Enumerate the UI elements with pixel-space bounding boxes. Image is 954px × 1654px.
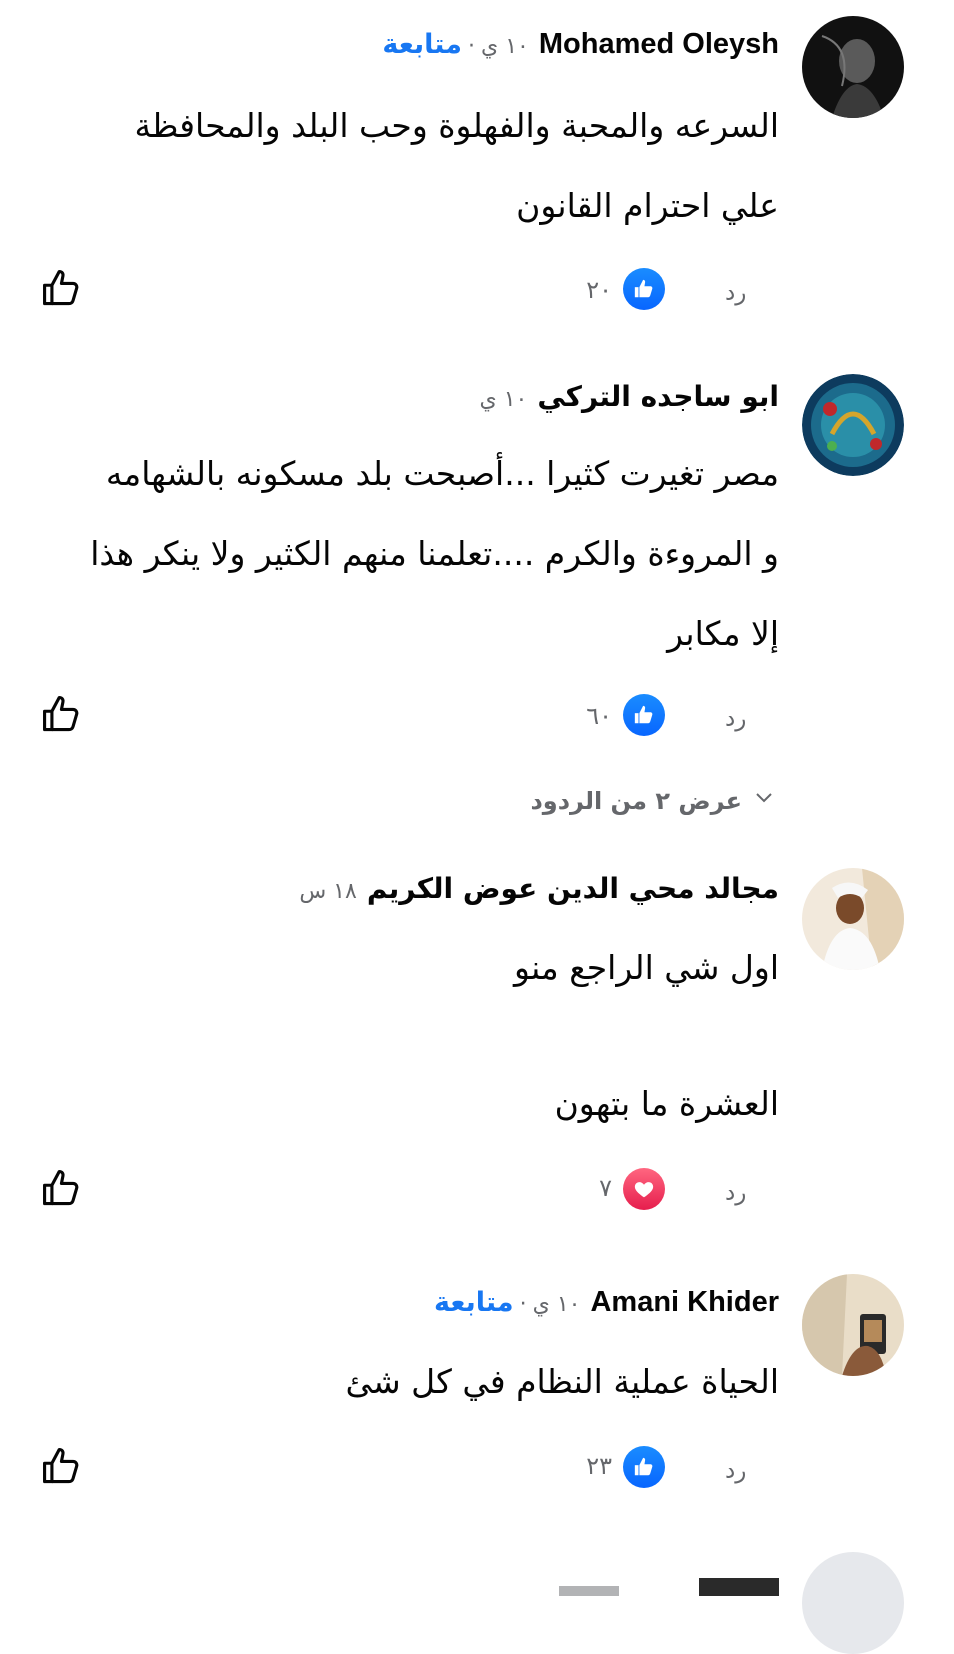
comment-line: إلا مكابر <box>667 614 779 653</box>
comment-header: Mohamed Oleysh ١٠ ي · متابعة <box>382 28 779 61</box>
reply-button[interactable]: رد <box>725 1180 746 1206</box>
separator-dot: · <box>468 34 476 59</box>
author-name[interactable]: ابو ساجده التركي <box>537 380 779 413</box>
avatar[interactable] <box>802 16 904 118</box>
reaction-count[interactable]: ٦٠ <box>586 702 612 730</box>
timestamp[interactable]: ١٠ ي <box>481 34 529 59</box>
reaction-count[interactable]: ٢٣ <box>586 1452 612 1480</box>
comment-text: مصر تغيرت كثيرا ...أصبحت بلد مسكونه بالش… <box>39 434 779 674</box>
like-icon[interactable] <box>40 1166 84 1210</box>
like-icon[interactable] <box>40 1444 84 1488</box>
reply-button[interactable]: رد <box>725 280 746 306</box>
author-name[interactable]: مجالد محي الدين عوض الكريم <box>367 872 779 905</box>
reply-button[interactable]: رد <box>725 1458 746 1484</box>
chevron-down-icon <box>752 786 776 816</box>
like-reaction-icon[interactable] <box>623 694 665 736</box>
avatar[interactable] <box>802 1552 904 1654</box>
author-name-partial <box>559 1556 779 1596</box>
comment-line: اول شي الراجع منو <box>514 948 779 987</box>
comment-line: مصر تغيرت كثيرا ...أصبحت بلد مسكونه بالش… <box>105 454 779 493</box>
comment-line: و المروءة والكرم ....تعلمنا منهم الكثير … <box>90 534 779 573</box>
author-name[interactable]: Amani Khider <box>590 1286 779 1319</box>
comment-text: اول شي الراجع منو العشرة ما بتهون <box>39 928 779 1144</box>
comment-blank-line <box>39 1008 779 1064</box>
timestamp[interactable]: ١٠ ي <box>533 1292 581 1317</box>
like-reaction-icon[interactable] <box>623 1446 665 1488</box>
timestamp[interactable]: ١٨ س <box>299 879 357 904</box>
love-reaction-icon[interactable] <box>623 1168 665 1210</box>
reaction-count[interactable]: ٧ <box>599 1174 612 1202</box>
comment-header: مجالد محي الدين عوض الكريم ١٨ س <box>299 872 779 905</box>
comment-text: السرعه والمحبة والفهلوة وحب البلد والمحا… <box>39 86 779 246</box>
reply-button[interactable]: رد <box>725 706 746 732</box>
timestamp[interactable]: ١٠ ي <box>479 387 527 412</box>
author-name[interactable]: Mohamed Oleysh <box>539 28 779 61</box>
avatar[interactable] <box>802 868 904 970</box>
like-reaction-icon[interactable] <box>623 268 665 310</box>
comment-line: علي احترام القانون <box>516 186 779 225</box>
comment-header: ابو ساجده التركي ١٠ ي <box>479 380 779 413</box>
follow-button[interactable]: متابعة <box>382 29 462 60</box>
comment-line: السرعه والمحبة والفهلوة وحب البلد والمحا… <box>134 106 779 145</box>
comment-line: العشرة ما بتهون <box>554 1084 779 1123</box>
separator-dot: · <box>519 1292 527 1317</box>
like-icon[interactable] <box>40 266 84 310</box>
comment-line: الحياة عملية النظام في كل شئ <box>345 1362 780 1401</box>
comment-text: الحياة عملية النظام في كل شئ <box>39 1342 780 1422</box>
follow-button[interactable]: متابعة <box>434 1287 514 1318</box>
avatar[interactable] <box>802 1274 904 1376</box>
avatar[interactable] <box>802 374 904 476</box>
comment-header: Amani Khider ١٠ ي · متابعة <box>434 1286 779 1319</box>
reaction-count[interactable]: ٢٠ <box>586 276 612 304</box>
view-replies-button[interactable]: عرض ٢ من الردود <box>530 786 776 816</box>
like-icon[interactable] <box>40 692 84 736</box>
view-replies-label: عرض ٢ من الردود <box>530 787 742 815</box>
